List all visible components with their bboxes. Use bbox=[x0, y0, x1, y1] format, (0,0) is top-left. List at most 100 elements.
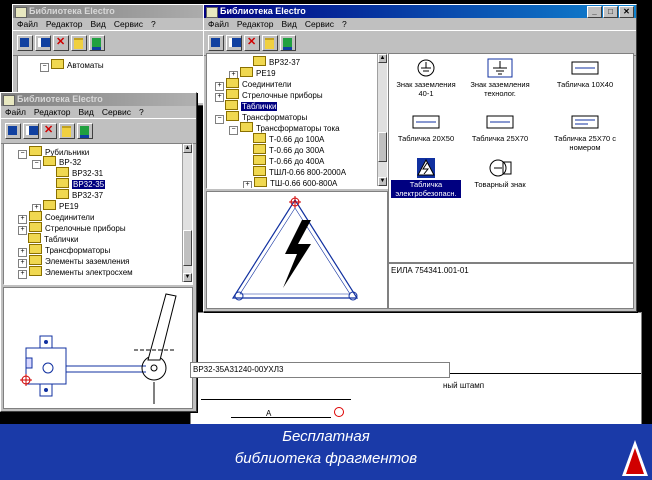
tree-item[interactable]: + Соединители bbox=[18, 211, 94, 224]
tree-item[interactable]: − Рубильники bbox=[18, 146, 89, 159]
expand-icon[interactable]: + bbox=[243, 181, 252, 188]
symbol-item-selected[interactable]: Табличка электробезопасн. bbox=[391, 158, 461, 198]
close-button[interactable]: ✕ bbox=[619, 6, 634, 18]
folder-icon bbox=[240, 67, 253, 77]
folder-tool-button[interactable] bbox=[71, 35, 87, 51]
expand-icon[interactable]: + bbox=[18, 270, 27, 279]
symbol-item[interactable]: Знак заземления технолог. bbox=[465, 58, 535, 98]
tree-item[interactable]: + Элементы заземления bbox=[18, 255, 130, 268]
scroll-down-icon[interactable]: ▼ bbox=[378, 177, 387, 186]
menu-view[interactable]: Вид bbox=[91, 18, 106, 30]
right-window-tree[interactable]: ВР32-37 + РЕ19 + Соединители + Стрелочные п… bbox=[206, 53, 388, 189]
maximize-button[interactable]: □ bbox=[603, 6, 618, 18]
tree-item[interactable]: Т-0.66 до 300А bbox=[253, 144, 324, 155]
delete-tool-button[interactable]: ✕ bbox=[41, 123, 57, 139]
menu-file[interactable]: Файл bbox=[208, 18, 229, 30]
tree-item-selected[interactable]: ВР32-35 bbox=[56, 178, 106, 189]
menu-file[interactable]: Файл bbox=[5, 106, 26, 118]
expand-icon[interactable]: + bbox=[18, 226, 27, 235]
symbol-grid[interactable]: Знак заземления 40-1 Знак заземления тех… bbox=[388, 53, 634, 263]
tree-item[interactable]: + Стрелочные приборы bbox=[215, 89, 323, 102]
tree-item[interactable]: + РЕ19 bbox=[229, 67, 276, 80]
tree-item[interactable]: + Соединители bbox=[215, 78, 291, 91]
insert-tool-button[interactable] bbox=[77, 123, 93, 139]
delete-tool-button[interactable]: ✕ bbox=[244, 35, 260, 51]
insert-tool-button[interactable] bbox=[89, 35, 105, 51]
right-window-titlebar[interactable]: Библиотека Electro _ □ ✕ bbox=[204, 5, 636, 18]
back-window[interactable]: Библиотека Electro Файл Редактор Вид Сер… bbox=[12, 4, 222, 106]
menu-edit[interactable]: Редактор bbox=[34, 106, 71, 118]
folder-tool-button[interactable] bbox=[262, 35, 278, 51]
insert-icon bbox=[80, 126, 89, 138]
tree-item[interactable]: ВР32-37 bbox=[56, 189, 103, 200]
scroll-down-icon[interactable]: ▼ bbox=[183, 273, 192, 282]
left-window-tree[interactable]: − Рубильники − ВР-32 ВР32-31 ВР32-35 ВР32-… bbox=[3, 143, 193, 285]
tree-item[interactable]: − ВР-32 bbox=[32, 156, 81, 169]
menu-edit[interactable]: Редактор bbox=[237, 18, 274, 30]
save-tool-button[interactable] bbox=[35, 35, 51, 51]
right-window-menubar: Файл Редактор Вид Сервис ? bbox=[204, 18, 636, 30]
tree-item[interactable]: Т-0.66 до 100А bbox=[253, 133, 324, 144]
folder-tool-button[interactable] bbox=[59, 123, 75, 139]
open-tool-button[interactable] bbox=[208, 35, 224, 51]
insert-tool-button[interactable] bbox=[280, 35, 296, 51]
right-window[interactable]: Библиотека Electro _ □ ✕ Файл Редактор В… bbox=[203, 4, 637, 312]
symbol-item[interactable]: Табличка 10Х40 bbox=[543, 58, 627, 89]
scroll-thumb[interactable] bbox=[378, 132, 387, 162]
tree-item[interactable]: ВР32-31 bbox=[56, 167, 103, 178]
tree-item[interactable]: ТШЛ-0.66 800-2000А bbox=[253, 166, 346, 177]
tree-item[interactable]: + Трансформаторы bbox=[18, 244, 110, 257]
left-window-titlebar[interactable]: Библиотека Electro bbox=[1, 93, 196, 106]
tree-item[interactable]: + РЕ19 bbox=[32, 200, 79, 213]
tree-item[interactable]: Таблички bbox=[28, 233, 78, 244]
menu-service[interactable]: Сервис bbox=[114, 18, 143, 30]
scroll-up-icon[interactable]: ▲ bbox=[183, 144, 192, 153]
folder-icon bbox=[51, 59, 64, 69]
scroll-thumb[interactable] bbox=[183, 230, 192, 266]
tree-item[interactable]: ВР32-37 bbox=[253, 56, 300, 67]
open-tool-button[interactable] bbox=[5, 123, 21, 139]
collapse-icon[interactable]: − bbox=[32, 160, 41, 169]
tree-item[interactable]: Т-0.66 до 400А bbox=[253, 155, 324, 166]
tree-item-selected[interactable]: Таблички bbox=[225, 100, 278, 111]
open-tool-button[interactable] bbox=[17, 35, 33, 51]
menu-help[interactable]: ? bbox=[151, 18, 156, 30]
symbol-item[interactable]: Табличка 25Х70 с номером bbox=[543, 112, 627, 152]
menu-service[interactable]: Сервис bbox=[305, 18, 334, 30]
save-tool-button[interactable] bbox=[23, 123, 39, 139]
symbol-item[interactable]: Табличка 25Х70 bbox=[465, 112, 535, 143]
menu-view[interactable]: Вид bbox=[282, 18, 297, 30]
folder-icon bbox=[29, 255, 42, 265]
back-window-toolbar: ✕ bbox=[13, 30, 221, 56]
tree-item[interactable]: + Элементы электросхем bbox=[18, 266, 133, 279]
menu-help[interactable]: ? bbox=[342, 18, 347, 30]
tree-item[interactable]: − Автоматы bbox=[40, 59, 104, 72]
tree-item[interactable]: + ТШ-0.66 600-800А bbox=[243, 177, 337, 188]
back-window-titlebar[interactable]: Библиотека Electro bbox=[13, 5, 221, 18]
left-window[interactable]: Библиотека Electro Файл Редактор Вид Сер… bbox=[0, 92, 197, 412]
folder-icon bbox=[225, 100, 238, 110]
delete-tool-button[interactable]: ✕ bbox=[53, 35, 69, 51]
menu-edit[interactable]: Редактор bbox=[46, 18, 83, 30]
symbol-item[interactable]: Табличка 20Х50 bbox=[391, 112, 461, 143]
symbol-item[interactable]: Товарный знак bbox=[465, 158, 535, 189]
collapse-icon[interactable]: − bbox=[18, 150, 27, 159]
menu-help[interactable]: ? bbox=[139, 106, 144, 118]
menu-file[interactable]: Файл bbox=[17, 18, 38, 30]
scroll-up-icon[interactable]: ▲ bbox=[378, 54, 387, 63]
tree-item[interactable]: + Стрелочные приборы bbox=[18, 222, 126, 235]
folder-icon bbox=[28, 233, 41, 243]
right-tree-scrollbar[interactable]: ▲ ▼ bbox=[377, 54, 387, 186]
expand-icon[interactable]: + bbox=[215, 93, 224, 102]
left-tree-scrollbar[interactable]: ▲ ▼ bbox=[182, 144, 192, 282]
tree-item[interactable]: − Трансформаторы тока bbox=[229, 122, 340, 135]
collapse-icon[interactable]: − bbox=[229, 126, 238, 135]
save-tool-button[interactable] bbox=[226, 35, 242, 51]
symbol-item[interactable]: Знак заземления 40-1 bbox=[391, 58, 461, 98]
menu-view[interactable]: Вид bbox=[79, 106, 94, 118]
minimize-button[interactable]: _ bbox=[587, 6, 602, 18]
menu-service[interactable]: Сервис bbox=[102, 106, 131, 118]
collapse-icon[interactable]: − bbox=[40, 63, 49, 72]
tree-item[interactable]: − Трансформаторы bbox=[215, 111, 307, 124]
collapse-icon[interactable]: − bbox=[215, 115, 224, 124]
